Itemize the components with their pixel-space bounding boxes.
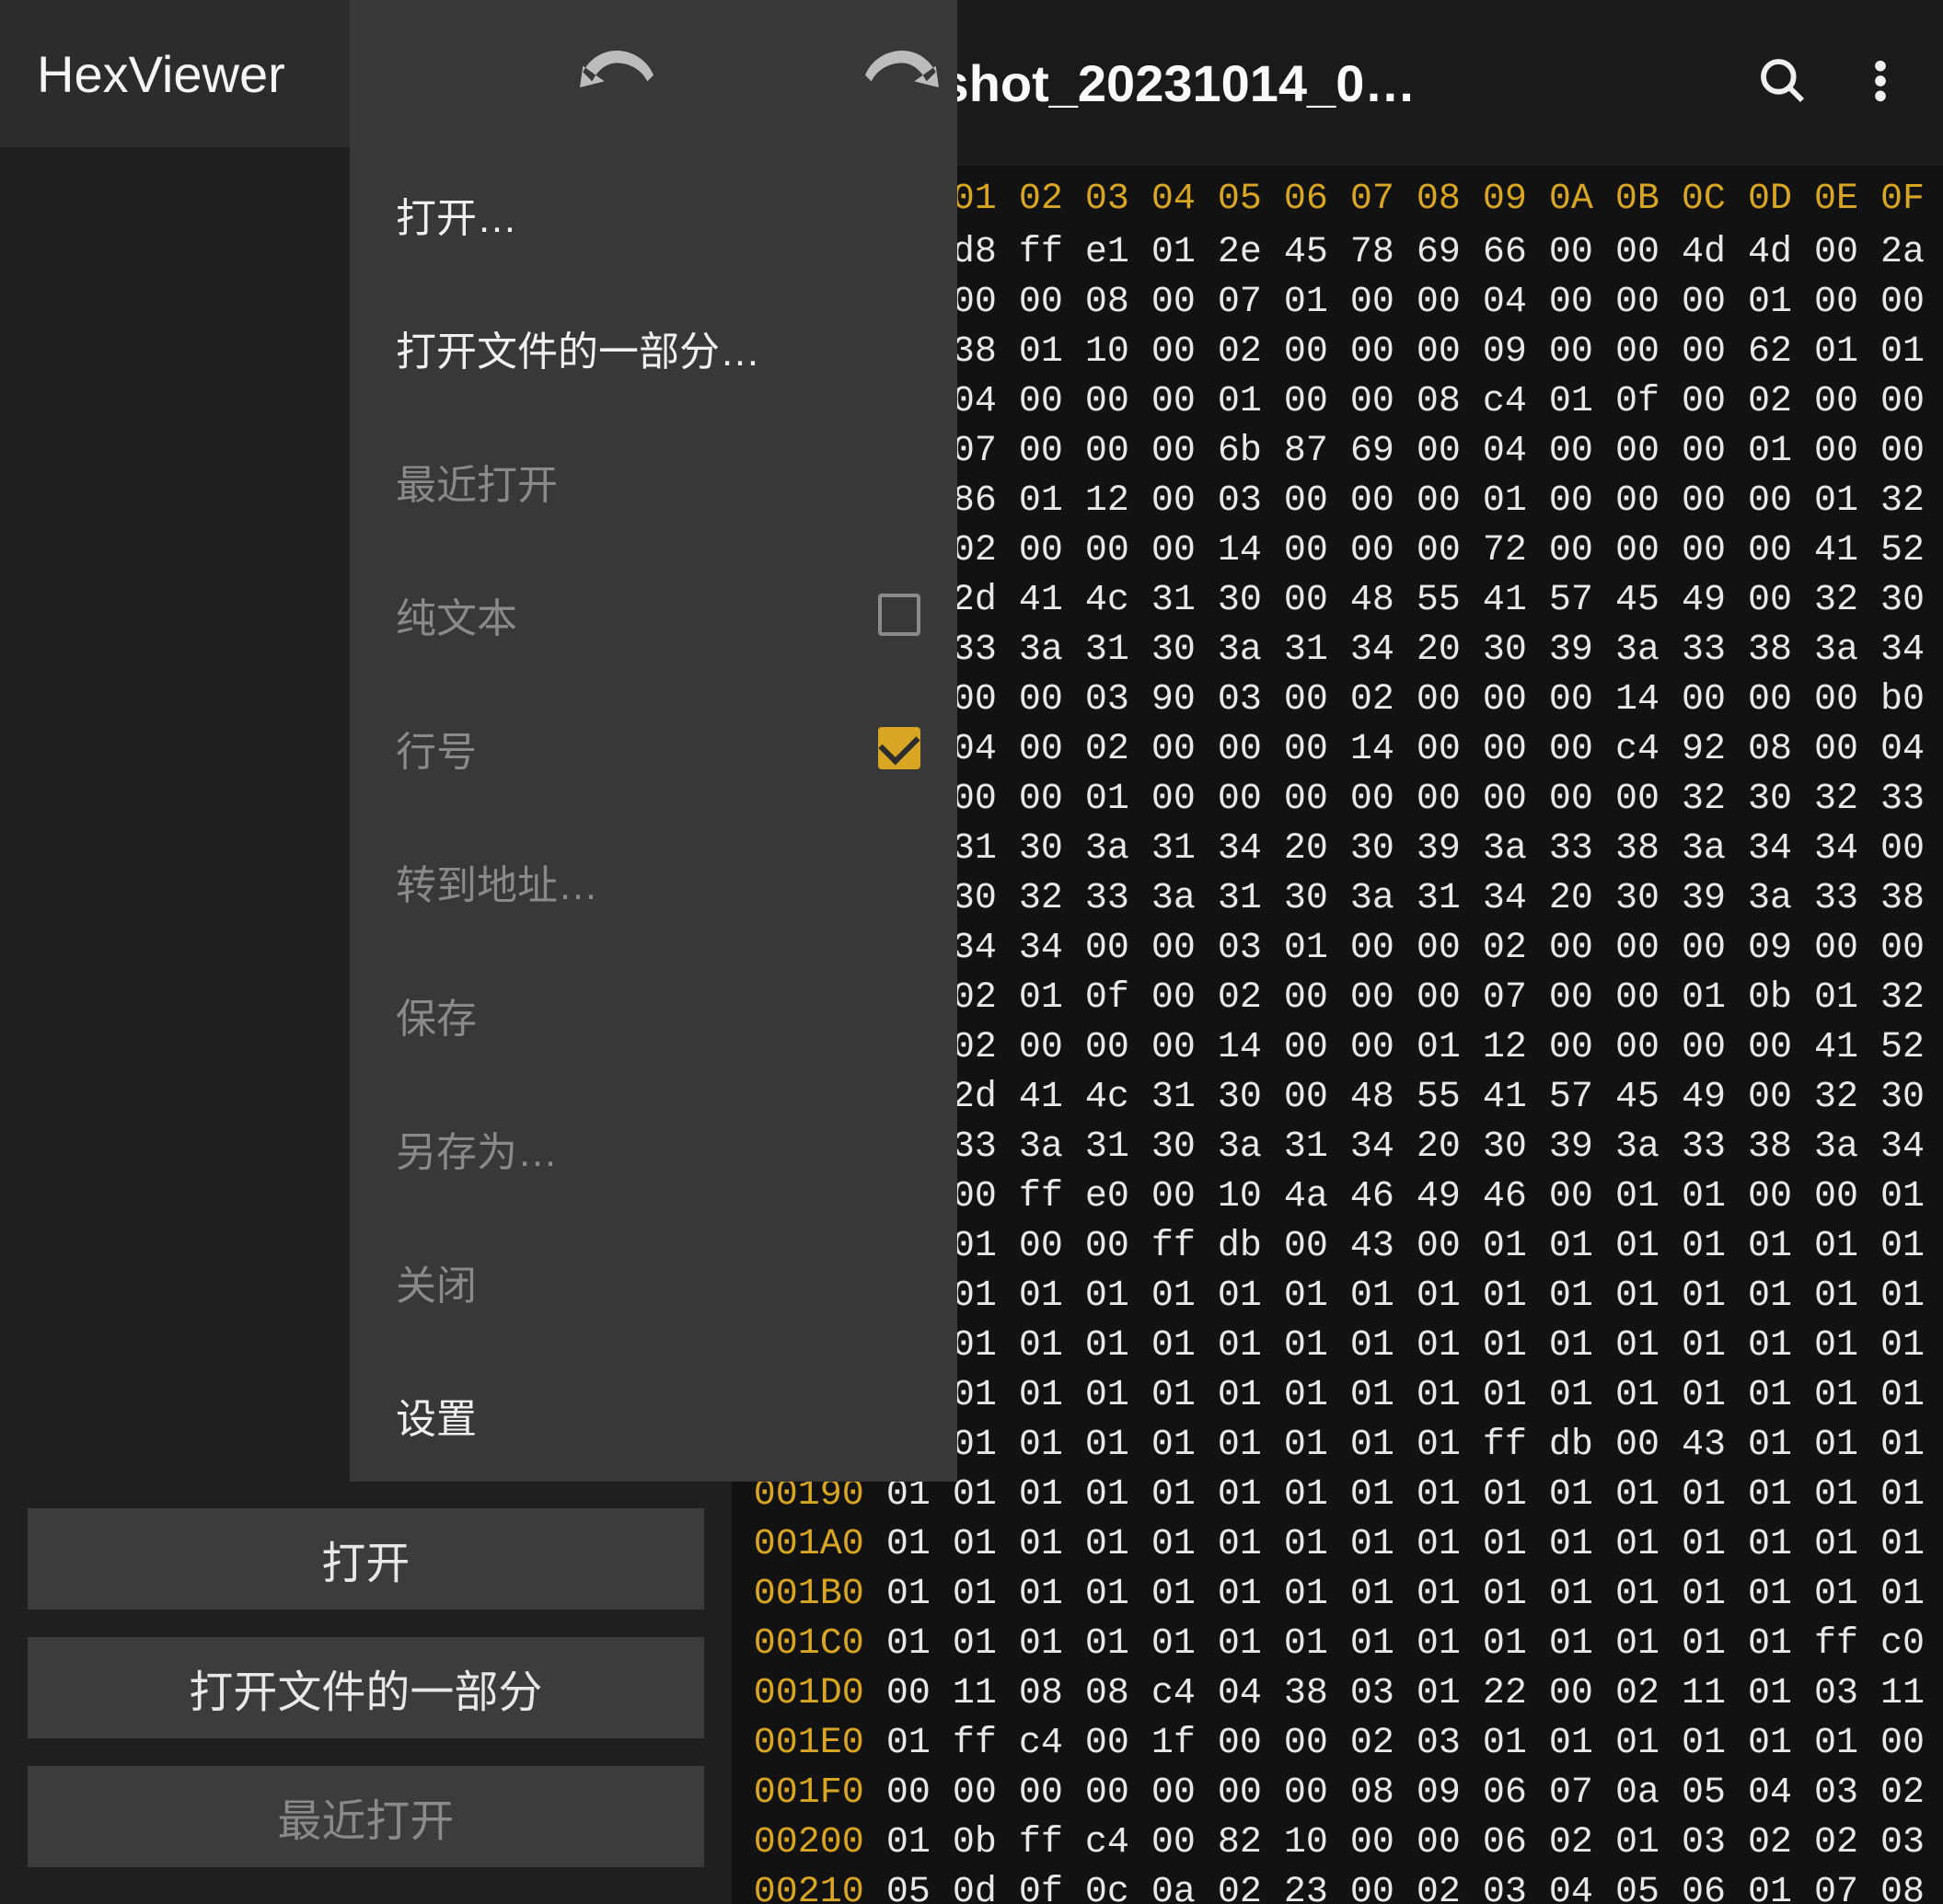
menu-save-as[interactable]: 另存为…	[350, 1081, 957, 1215]
redo-icon[interactable]	[865, 46, 939, 97]
menu-close[interactable]: 关闭	[350, 1215, 957, 1348]
menu-goto[interactable]: 转到地址…	[350, 814, 957, 948]
more-icon[interactable]	[1855, 55, 1906, 111]
menu-line-numbers[interactable]: 行号	[350, 681, 957, 814]
app-title: HexViewer	[0, 44, 350, 104]
menu-plain-text[interactable]: 纯文本	[350, 548, 957, 681]
checkbox-on-icon[interactable]	[878, 727, 920, 769]
bottom-buttons: 打开 打开文件的一部分 最近打开	[0, 1490, 732, 1904]
button-open[interactable]: 打开	[28, 1508, 704, 1610]
left-panel: HexViewer 打开… 打开文件的一部分… 最近打开 纯文本	[0, 0, 732, 1904]
menu-settings[interactable]: 设置	[350, 1348, 957, 1482]
undo-icon[interactable]	[580, 46, 653, 97]
dropdown-menu: 打开… 打开文件的一部分… 最近打开 纯文本 行号 转到地址… 保存	[350, 0, 957, 1482]
menu-open-part[interactable]: 打开文件的一部分…	[350, 281, 957, 414]
menu-save[interactable]: 保存	[350, 948, 957, 1081]
checkbox-off-icon[interactable]	[878, 594, 920, 636]
button-recent[interactable]: 最近打开	[28, 1766, 704, 1867]
button-open-part[interactable]: 打开文件的一部分	[28, 1637, 704, 1738]
search-icon[interactable]	[1757, 55, 1809, 111]
menu-open[interactable]: 打开…	[350, 147, 957, 281]
menu-recent[interactable]: 最近打开	[350, 414, 957, 548]
